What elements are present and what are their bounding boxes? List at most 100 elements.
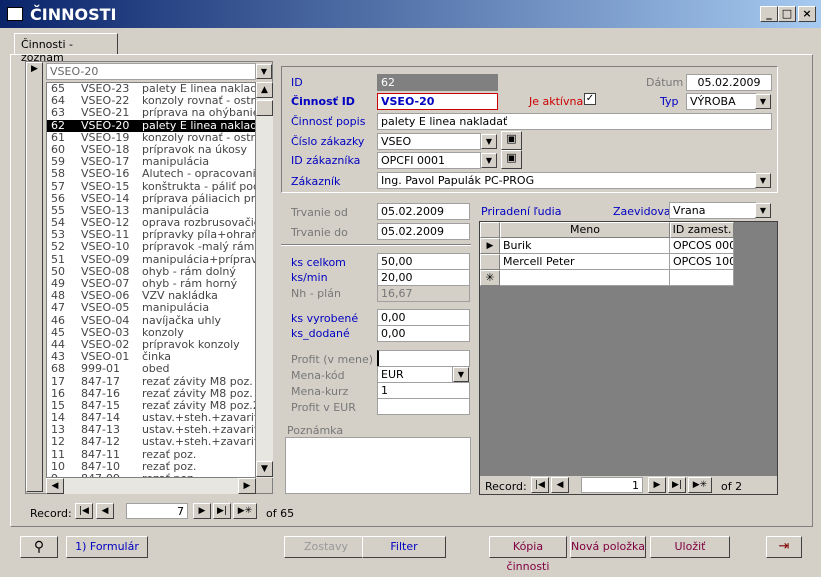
list-item[interactable]: 43 VSEO-01 činka (47, 351, 255, 363)
grid-cell-meno[interactable]: Mercell Peter (500, 254, 670, 270)
mena-kurz-field[interactable]: 1 (377, 382, 470, 399)
scroll-down-icon[interactable]: ▼ (256, 461, 273, 477)
people-first-icon[interactable]: |◀ (531, 477, 549, 493)
cinnost-id-field[interactable]: VSEO-20 (377, 93, 498, 110)
maximize-button[interactable]: □ (778, 6, 796, 22)
filter-button[interactable]: Filter (362, 536, 446, 558)
people-new-icon[interactable]: ▶✳ (688, 477, 712, 493)
list-item[interactable]: 55 VSEO-13 manipulácia (47, 205, 255, 217)
list-item[interactable]: 54 VSEO-12 oprava rozbrusovačiek (47, 217, 255, 229)
people-last-icon[interactable]: ▶| (668, 477, 686, 493)
list-item[interactable]: 62 VSEO-20 palety E linea nakladať (47, 119, 255, 132)
list-item[interactable]: 15 847-15 rezať závity M8 poz.28 (47, 400, 255, 412)
list-item[interactable]: 46 VSEO-04 navíjačka uhly (47, 315, 255, 327)
current-row-icon[interactable]: ▶ (480, 238, 500, 254)
je-aktivna-checkbox[interactable]: ✓ (584, 93, 596, 105)
list-hscrollbar[interactable]: ◀ ▶ (46, 478, 256, 494)
grid-cell-meno[interactable]: Burik (500, 238, 670, 254)
zakaznik-combo[interactable]: Ing. Pavol Papulák PC-PROG (377, 172, 756, 189)
ks-vyrobene-field[interactable]: 0,00 (377, 309, 470, 326)
id-zakaznika-dropdown-icon[interactable]: ▼ (481, 153, 497, 168)
binoculars-icon[interactable]: ⚲ (20, 536, 58, 558)
list-item[interactable]: 65 VSEO-23 palety E linea nakladať (47, 83, 255, 95)
list-item[interactable]: 68 999-01 obed (47, 363, 255, 375)
formular-button[interactable]: 1) Formulár (66, 536, 148, 558)
profit-mene-field[interactable] (377, 350, 470, 367)
list-item[interactable]: 61 VSEO-19 konzoly rovnať - ostrie (47, 132, 255, 144)
zakaznik-dropdown-icon[interactable]: ▼ (755, 173, 771, 188)
new-row-icon[interactable]: ✳ (480, 270, 500, 286)
datum-field[interactable]: 05.02.2009 (686, 74, 772, 91)
first-record-icon[interactable]: |◀ (75, 503, 93, 519)
list-item[interactable]: 11 847-11 rezať poz. (47, 449, 255, 461)
mena-kod-dropdown-icon[interactable]: ▼ (453, 367, 469, 382)
ks-dodane-field[interactable]: 0,00 (377, 325, 470, 342)
list-item[interactable]: 50 VSEO-08 ohyb - rám dolný (47, 266, 255, 278)
people-next-icon[interactable]: ▶ (648, 477, 666, 493)
grid-cell-id[interactable]: OPCOS 1002 (670, 254, 734, 270)
popis-field[interactable]: palety E linea nakladať (377, 113, 772, 130)
list-item[interactable]: 16 847-16 rezať závity M8 poz. (47, 388, 255, 400)
list-item[interactable]: 49 VSEO-07 ohyb - rám horný (47, 278, 255, 290)
list-item[interactable]: 47 VSEO-05 manipulácia (47, 302, 255, 314)
list-item[interactable]: 17 847-17 rezať závity M8 poz. (47, 376, 255, 388)
tab-cinnosti-zoznam[interactable]: Činnosti - zoznam (14, 33, 118, 64)
list-item[interactable]: 53 VSEO-11 prípravky píla+ohraňovák (47, 229, 255, 241)
list-item[interactable]: 48 VSEO-06 VZV nakládka (47, 290, 255, 302)
next-record-icon[interactable]: ▶ (193, 503, 211, 519)
list-item[interactable]: 13 847-13 ustav.+steh.+zavariť+očist (47, 424, 255, 436)
kopia-button[interactable]: Kópia činnosti (489, 536, 567, 573)
people-record-number[interactable]: 1 (581, 477, 643, 493)
zakazka-combo[interactable]: VSEO (377, 133, 481, 150)
list-item[interactable]: 58 VSEO-16 Alutech - opracovanie prípra (47, 168, 255, 180)
row-selector[interactable] (480, 254, 500, 270)
list-item[interactable]: 12 847-12 ustav.+steh.+zavariť+očist (47, 436, 255, 448)
list-item[interactable]: 14 847-14 ustav.+steh.+zavariť+očist (47, 412, 255, 424)
list-item[interactable]: 45 VSEO-03 konzoly (47, 327, 255, 339)
zakaznik-book-icon[interactable]: ▣ (501, 150, 522, 169)
nova-polozka-button[interactable]: Nová položka (570, 536, 646, 558)
scroll-left-icon[interactable]: ◀ (46, 478, 64, 494)
list-scrollbar[interactable]: ▲ ▼ (256, 82, 273, 478)
mena-kod-combo[interactable]: EUR (377, 366, 453, 383)
list-item[interactable]: 64 VSEO-22 konzoly rovnať - ostrie (47, 95, 255, 107)
list-combo[interactable]: VSEO-20 (46, 63, 256, 80)
exit-icon[interactable]: ⇥ (766, 536, 802, 558)
zakazka-dropdown-icon[interactable]: ▼ (481, 134, 497, 149)
list-item[interactable]: 63 VSEO-21 príprava na ohýbanie konzo (47, 107, 255, 119)
trvanie-do-field[interactable]: 05.02.2009 (377, 223, 470, 240)
list-combo-dropdown-icon[interactable]: ▼ (256, 64, 272, 79)
list-item[interactable]: 52 VSEO-10 prípravok -malý rám komple (47, 241, 255, 253)
close-button[interactable]: × (798, 6, 816, 22)
grid-cell-id[interactable]: OPCOS 0007 (670, 238, 734, 254)
scroll-right-icon[interactable]: ▶ (238, 478, 256, 494)
list-item[interactable]: 10 847-10 rezať poz. (47, 461, 255, 473)
scroll-thumb[interactable] (256, 100, 273, 116)
list-item[interactable]: 56 VSEO-14 príprava páliacich programo (47, 193, 255, 205)
minimize-button[interactable]: _ (760, 6, 778, 22)
record-number[interactable]: 7 (126, 503, 188, 519)
new-record-icon[interactable]: ▶✳ (233, 503, 257, 519)
grid-new-id[interactable] (670, 270, 734, 286)
list-item[interactable]: 57 VSEO-15 konštrukta - páliť podľa výk (47, 181, 255, 193)
typ-combo[interactable]: VÝROBA (686, 93, 756, 110)
prev-record-icon[interactable]: ◀ (96, 503, 114, 519)
grid-new-meno[interactable] (500, 270, 670, 286)
list-item[interactable]: 51 VSEO-09 manipulácia+príprava (47, 254, 255, 266)
list-item[interactable]: 60 VSEO-18 prípravok na úkosy (47, 144, 255, 156)
profit-eur-field[interactable] (377, 398, 470, 415)
list-item[interactable]: 44 VSEO-02 prípravok konzoly (47, 339, 255, 351)
scroll-up-icon[interactable]: ▲ (256, 82, 273, 98)
trvanie-od-field[interactable]: 05.02.2009 (377, 203, 470, 220)
zostavy-button[interactable]: Zostavy (284, 536, 368, 558)
zaevidoval-dropdown-icon[interactable]: ▼ (755, 203, 771, 218)
id-zakaznika-combo[interactable]: OPCFI 0001 (377, 152, 481, 169)
zakazka-book-icon[interactable]: ▣ (501, 131, 522, 150)
ulozit-button[interactable]: Uložiť (650, 536, 730, 558)
col-id-zamest[interactable]: ID zamest. (670, 222, 734, 238)
zaevidoval-combo[interactable]: Vrana (669, 202, 756, 219)
ks-celkom-field[interactable]: 50,00 (377, 253, 470, 270)
ks-min-field[interactable]: 20,00 (377, 269, 470, 286)
activity-list[interactable]: 65 VSEO-23 palety E linea nakladať 64 VSEO-2… (46, 82, 256, 478)
last-record-icon[interactable]: ▶| (213, 503, 231, 519)
